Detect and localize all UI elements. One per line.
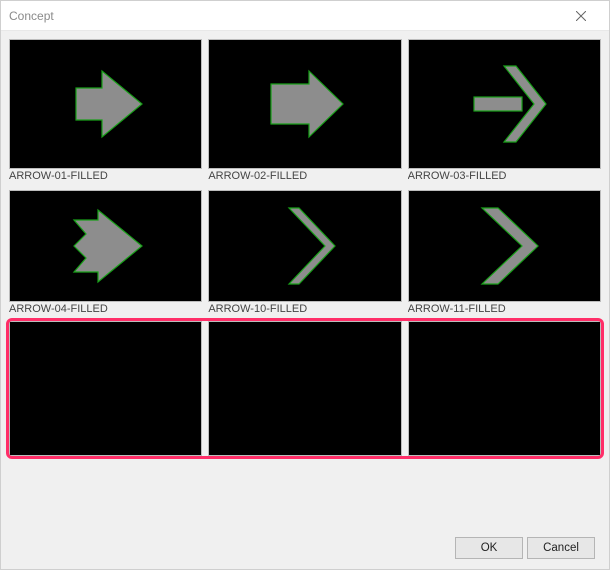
concept-dialog: Concept ARROW-01-FILLED	[0, 0, 610, 570]
thumb-cell[interactable]: ARROW-11-FILLED	[408, 190, 601, 317]
cancel-button[interactable]: Cancel	[527, 537, 595, 559]
thumb-arrow-02	[208, 39, 401, 169]
thumb-arrow-03	[408, 39, 601, 169]
thumb-cell[interactable]: ARROW-04-FILLED	[9, 190, 202, 317]
arrow-11-icon	[444, 196, 564, 296]
dialog-button-row: OK Cancel	[1, 527, 609, 569]
thumb-label: ARROW-04-FILLED	[9, 302, 202, 317]
highlighted-row	[9, 321, 601, 456]
ok-button[interactable]: OK	[455, 537, 523, 559]
thumb-label: ARROW-01-FILLED	[9, 169, 202, 184]
arrow-03-icon	[444, 54, 564, 154]
dialog-body: ARROW-01-FILLED ARROW-02-FILLED	[1, 31, 609, 527]
thumb-arrow-11	[408, 190, 601, 302]
thumb-arrow-10	[208, 190, 401, 302]
window-title: Concept	[9, 9, 561, 23]
arrow-02-icon	[245, 54, 365, 154]
thumb-arrow-01	[9, 39, 202, 169]
thumb-empty-3[interactable]	[408, 321, 601, 456]
close-icon	[576, 11, 586, 21]
arrow-01-icon	[46, 54, 166, 154]
thumb-label: ARROW-10-FILLED	[208, 302, 401, 317]
thumb-arrow-04	[9, 190, 202, 302]
titlebar: Concept	[1, 1, 609, 31]
thumb-cell[interactable]: ARROW-10-FILLED	[208, 190, 401, 317]
thumb-cell[interactable]: ARROW-01-FILLED	[9, 39, 202, 184]
arrow-10-icon	[245, 196, 365, 296]
thumbnail-grid: ARROW-01-FILLED ARROW-02-FILLED	[9, 39, 601, 317]
thumb-empty-2[interactable]	[208, 321, 401, 456]
thumb-cell[interactable]: ARROW-02-FILLED	[208, 39, 401, 184]
thumb-empty-1[interactable]	[9, 321, 202, 456]
thumb-label: ARROW-03-FILLED	[408, 169, 601, 184]
thumb-cell[interactable]: ARROW-03-FILLED	[408, 39, 601, 184]
arrow-04-icon	[46, 196, 166, 296]
thumb-label: ARROW-11-FILLED	[408, 302, 601, 317]
close-button[interactable]	[561, 2, 601, 30]
thumb-label: ARROW-02-FILLED	[208, 169, 401, 184]
